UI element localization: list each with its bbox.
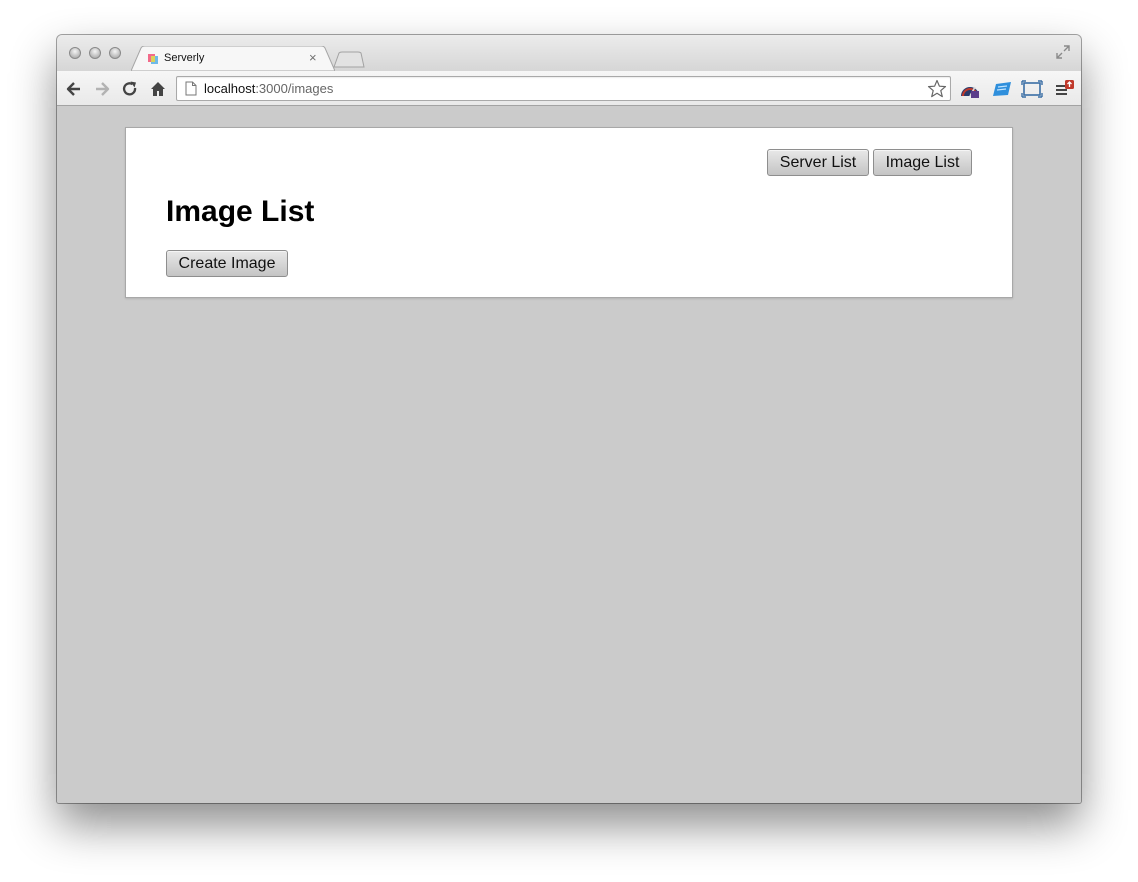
address-bar[interactable]: localhost:3000/images (176, 76, 951, 101)
browser-tab[interactable] (131, 46, 335, 71)
url-host: localhost (204, 81, 256, 96)
browser-window: Serverly × localhost:3000/images Server … (57, 35, 1081, 803)
image-list-button[interactable]: Image List (873, 149, 972, 176)
tab-close-icon[interactable]: × (309, 50, 317, 66)
browser-toolbar: localhost:3000/images (57, 71, 1081, 106)
minimize-window-button[interactable] (89, 47, 101, 59)
home-icon[interactable] (149, 80, 167, 98)
tab-title: Serverly (164, 52, 205, 64)
forward-icon[interactable] (93, 80, 111, 98)
back-icon[interactable] (65, 80, 83, 98)
server-list-button[interactable]: Server List (767, 149, 869, 176)
serverly-favicon-icon (148, 54, 158, 64)
bookmark-star-icon[interactable] (927, 79, 947, 99)
new-tab-button[interactable] (333, 51, 365, 68)
blue-card-extension-icon[interactable] (991, 78, 1013, 100)
url-text[interactable]: localhost:3000/images (204, 81, 333, 97)
screen-capture-extension-icon[interactable] (1021, 78, 1043, 100)
page-icon (185, 81, 197, 96)
speedometer-extension-icon[interactable] (959, 78, 981, 100)
zoom-window-button[interactable] (109, 47, 121, 59)
reload-icon[interactable] (121, 80, 139, 98)
page-title: Image List (166, 195, 315, 228)
close-window-button[interactable] (69, 47, 81, 59)
fullscreen-icon[interactable] (1055, 44, 1071, 60)
url-path: :3000/images (255, 81, 334, 96)
menu-icon[interactable] (1053, 78, 1075, 100)
create-image-button[interactable]: Create Image (166, 250, 288, 277)
page-viewport: Server List Image List Image List Create… (57, 106, 1081, 803)
title-bar: Serverly × (57, 35, 1081, 71)
content-panel: Server List Image List Image List Create… (125, 127, 1013, 298)
